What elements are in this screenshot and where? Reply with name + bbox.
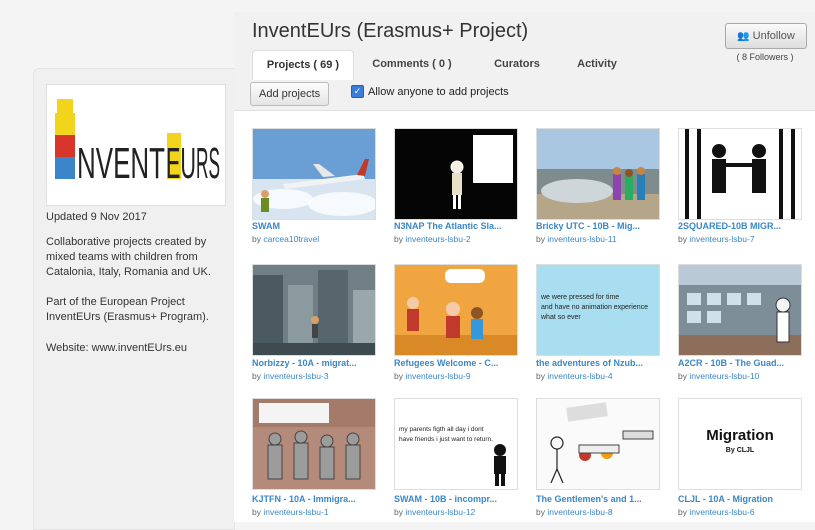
thumbnail-subtitle: By CLJL	[725, 447, 755, 454]
inventeurs-logo-icon: NVENT EU RS	[55, 99, 220, 188]
header-divider	[234, 110, 815, 111]
project-thumbnail-norbizzy[interactable]	[252, 264, 376, 356]
project-thumbnail-refugees[interactable]	[394, 264, 518, 356]
project-title[interactable]: 2SQUARED-10B MIGR...	[678, 221, 802, 231]
project-thumbnail-adventures[interactable]: we were pressed for time and have no ani…	[536, 264, 660, 356]
allow-anyone-label: Allow anyone to add projects	[368, 85, 509, 98]
project-author[interactable]: by inventeurs-lsbu-1	[252, 507, 376, 517]
add-projects-button[interactable]: Add projects	[250, 82, 330, 106]
allow-anyone-checkbox[interactable]: ✓	[351, 85, 364, 98]
project-author[interactable]: by inventeurs-lsbu-6	[678, 507, 802, 517]
project-title[interactable]: the adventures of Nzub...	[536, 358, 660, 368]
studio-part-of: Part of the European Project InventEUrs …	[46, 296, 209, 323]
project-title[interactable]: Bricky UTC - 10B - Mig...	[536, 221, 660, 231]
tab-projects[interactable]: Projects ( 69 )	[252, 50, 354, 80]
tab-curators[interactable]: Curators	[477, 50, 557, 79]
project-thumbnail-swam[interactable]	[252, 128, 376, 220]
project-author[interactable]: by inventeurs-lsbu-10	[678, 371, 802, 381]
studio-main: InventEUrs (Erasmus+ Project) Projects (…	[234, 12, 815, 522]
allow-anyone-toggle[interactable]: ✓ Allow anyone to add projects	[351, 85, 509, 98]
project-author[interactable]: by inventeurs-lsbu-2	[394, 234, 518, 244]
project-author[interactable]: by inventeurs-lsbu-3	[252, 371, 376, 381]
project-author[interactable]: by inventeurs-lsbu-11	[536, 234, 660, 244]
svg-text:NVENT: NVENT	[77, 139, 165, 188]
tab-comments[interactable]: Comments ( 0 )	[362, 50, 462, 79]
project-thumbnail-gentlemen[interactable]	[536, 398, 660, 490]
project-title[interactable]: Norbizzy - 10A - migrat...	[252, 358, 376, 368]
studio-header: InventEUrs (Erasmus+ Project) Projects (…	[234, 12, 815, 110]
studio-description: Collaborative projects created by mixed …	[46, 236, 211, 278]
page-title: InventEUrs (Erasmus+ Project)	[252, 20, 529, 42]
project-author[interactable]: by inventeurs-lsbu-7	[678, 234, 802, 244]
project-author[interactable]: by carcea10travel	[252, 234, 376, 244]
svg-text:EU: EU	[166, 139, 196, 188]
project-title[interactable]: A2CR - 10B - The Guad...	[678, 358, 802, 368]
studio-website: Website: www.inventEUrs.eu	[46, 342, 188, 354]
project-title[interactable]: SWAM	[252, 221, 376, 231]
studio-logo: NVENT EU RS	[46, 84, 226, 206]
updated-date: Updated 9 Nov 2017	[46, 211, 147, 223]
project-author[interactable]: by inventeurs-lsbu-9	[394, 371, 518, 381]
project-author[interactable]: by inventeurs-lsbu-4	[536, 371, 660, 381]
project-thumbnail-bricky[interactable]	[536, 128, 660, 220]
project-thumbnail-a2cr[interactable]	[678, 264, 802, 356]
thumbnail-title: Migration	[706, 427, 774, 444]
project-title[interactable]: SWAM - 10B - incompr...	[394, 494, 518, 504]
project-title[interactable]: CLJL - 10A - Migration	[678, 494, 802, 504]
thumbnail-text: we were pressed for time and have no ani…	[541, 294, 649, 321]
character-icon	[494, 444, 506, 486]
followers-icon: 👥	[737, 31, 750, 42]
project-title[interactable]: KJTFN - 10A - Immigra...	[252, 494, 376, 504]
tab-activity[interactable]: Activity	[557, 50, 637, 79]
project-title[interactable]: The Gentlemen's and 1...	[536, 494, 660, 504]
project-author[interactable]: by inventeurs-lsbu-12	[394, 507, 518, 517]
project-title[interactable]: N3NAP The Atlantic Sla...	[394, 221, 518, 231]
project-thumbnail-n3nap[interactable]	[394, 128, 518, 220]
project-thumbnail-swam-10b[interactable]: my parents figth all day i dont have fri…	[394, 398, 518, 490]
unfollow-button[interactable]: 👥 Unfollow	[725, 23, 807, 49]
project-title[interactable]: Refugees Welcome - C...	[394, 358, 518, 368]
project-thumbnail-cljl[interactable]: Migration By CLJL	[678, 398, 802, 490]
svg-text:RS: RS	[196, 139, 220, 188]
thumbnail-text: my parents figth all day i dont have fri…	[399, 426, 493, 443]
unfollow-label: Unfollow	[752, 30, 795, 42]
project-author[interactable]: by inventeurs-lsbu-8	[536, 507, 660, 517]
followers-count: ( 8 Followers )	[736, 52, 794, 62]
project-thumbnail-2squared[interactable]	[678, 128, 802, 220]
project-thumbnail-kjtfn[interactable]	[252, 398, 376, 490]
project-sidebar: NVENT EU RS Updated 9 Nov 2017 Collabora…	[33, 68, 235, 530]
